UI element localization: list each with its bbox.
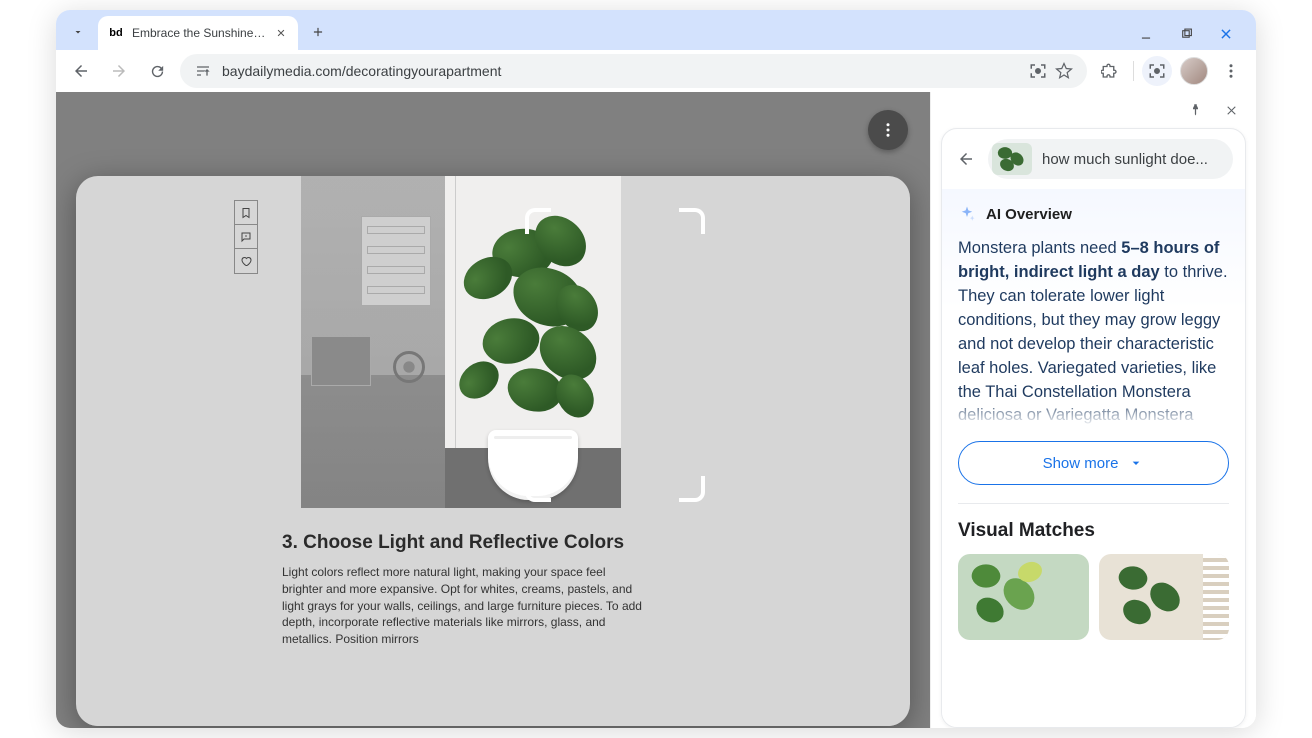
article-hero-image bbox=[301, 176, 621, 508]
arrow-left-icon bbox=[957, 150, 975, 168]
ai-overview-text-wrap: Monstera plants need 5–8 hours of bright… bbox=[958, 237, 1229, 427]
query-text: how much sunlight doe... bbox=[1042, 151, 1208, 168]
chrome-menu-button[interactable] bbox=[1216, 56, 1246, 86]
comment-action[interactable] bbox=[235, 225, 257, 249]
show-more-label: Show more bbox=[1043, 455, 1119, 472]
browser-tab[interactable]: bd Embrace the Sunshine: Dec… bbox=[98, 16, 298, 50]
browser-window: bd Embrace the Sunshine: Dec… bbox=[56, 10, 1256, 728]
arrow-left-icon bbox=[72, 62, 90, 80]
lens-button-toolbar[interactable] bbox=[1142, 56, 1172, 86]
minimize-icon bbox=[1139, 27, 1153, 41]
lens-icon bbox=[1148, 62, 1166, 80]
visual-matches-heading: Visual Matches bbox=[958, 520, 1229, 542]
close-window-button[interactable] bbox=[1214, 22, 1238, 46]
tab-close-button[interactable] bbox=[274, 26, 288, 40]
side-panel-card: how much sunlight doe... AI Overview Mon… bbox=[941, 128, 1246, 728]
toolbar-divider bbox=[1133, 61, 1134, 81]
card-fade bbox=[76, 712, 910, 726]
heart-icon bbox=[240, 255, 252, 267]
reload-button[interactable] bbox=[142, 56, 172, 86]
like-action[interactable] bbox=[235, 249, 257, 273]
toolbar: baydailymedia.com/decoratingyourapartmen… bbox=[56, 50, 1256, 92]
profile-avatar[interactable] bbox=[1180, 57, 1208, 85]
new-tab-button[interactable] bbox=[304, 18, 332, 46]
close-side-panel-button[interactable] bbox=[1220, 99, 1242, 121]
site-settings-icon[interactable] bbox=[194, 62, 212, 80]
ai-overview-label: AI Overview bbox=[986, 206, 1072, 223]
arrow-right-icon bbox=[110, 62, 128, 80]
side-panel-divider bbox=[958, 503, 1229, 504]
side-panel-top-controls bbox=[931, 92, 1256, 128]
tab-search-dropdown[interactable] bbox=[64, 18, 92, 46]
visual-match-item[interactable] bbox=[958, 554, 1089, 640]
plus-icon bbox=[311, 25, 325, 39]
article-body: Light colors reflect more natural light,… bbox=[282, 564, 642, 648]
address-bar[interactable]: baydailymedia.com/decoratingyourapartmen… bbox=[180, 54, 1087, 88]
show-more-button[interactable]: Show more bbox=[958, 441, 1229, 485]
article-text: 3. Choose Light and Reflective Colors Li… bbox=[282, 532, 642, 648]
close-icon bbox=[276, 28, 286, 38]
tab-title: Embrace the Sunshine: Dec… bbox=[132, 26, 266, 40]
visual-matches-row bbox=[958, 554, 1229, 640]
window-controls bbox=[1134, 22, 1248, 50]
close-icon bbox=[1225, 104, 1238, 117]
star-icon bbox=[1055, 62, 1073, 80]
puzzle-icon bbox=[1101, 62, 1119, 80]
side-panel-body: AI Overview Monstera plants need 5–8 hou… bbox=[942, 189, 1245, 727]
side-panel-query-bar: how much sunlight doe... bbox=[942, 129, 1245, 189]
tune-icon bbox=[195, 63, 211, 79]
query-thumbnail bbox=[992, 143, 1032, 175]
bookmark-action[interactable] bbox=[235, 201, 257, 225]
article-side-actions bbox=[234, 200, 258, 274]
article-heading: 3. Choose Light and Reflective Colors bbox=[282, 532, 642, 554]
forward-button[interactable] bbox=[104, 56, 134, 86]
pin-icon bbox=[1188, 103, 1203, 118]
reload-icon bbox=[149, 63, 166, 80]
ai-text-fade bbox=[958, 397, 1229, 427]
tab-favicon: bd bbox=[108, 25, 124, 41]
comment-icon bbox=[240, 231, 252, 243]
minimize-button[interactable] bbox=[1134, 22, 1158, 46]
lens-icon bbox=[1029, 62, 1047, 80]
extensions-button[interactable] bbox=[1095, 56, 1125, 86]
maximize-button[interactable] bbox=[1174, 22, 1198, 46]
close-icon bbox=[1219, 27, 1233, 41]
chevron-down-icon bbox=[1128, 455, 1144, 471]
side-panel-query-chip[interactable]: how much sunlight doe... bbox=[988, 139, 1233, 179]
ai-text-pre: Monstera plants need bbox=[958, 239, 1121, 257]
pin-side-panel-button[interactable] bbox=[1184, 99, 1206, 121]
visual-match-item[interactable] bbox=[1099, 554, 1230, 640]
more-vertical-icon bbox=[1222, 62, 1240, 80]
url-text: baydailymedia.com/decoratingyourapartmen… bbox=[222, 63, 1019, 79]
monstera-plant bbox=[453, 218, 613, 448]
bookmark-button[interactable] bbox=[1055, 62, 1073, 80]
lens-button-omnibox[interactable] bbox=[1029, 62, 1047, 80]
page-viewport: 3. Choose Light and Reflective Colors Li… bbox=[56, 92, 930, 728]
page-overflow-button[interactable] bbox=[868, 110, 908, 150]
back-button[interactable] bbox=[66, 56, 96, 86]
side-panel: how much sunlight doe... AI Overview Mon… bbox=[930, 92, 1256, 728]
side-panel-back-button[interactable] bbox=[954, 147, 978, 171]
tab-strip: bd Embrace the Sunshine: Dec… bbox=[56, 10, 1256, 50]
more-vertical-icon bbox=[879, 121, 897, 139]
maximize-icon bbox=[1180, 28, 1193, 41]
content-area: 3. Choose Light and Reflective Colors Li… bbox=[56, 92, 1256, 728]
bookmark-icon bbox=[240, 207, 252, 219]
chevron-down-icon bbox=[72, 26, 84, 38]
sparkle-icon bbox=[958, 205, 976, 223]
ai-overview-header: AI Overview bbox=[958, 205, 1229, 223]
article-card: 3. Choose Light and Reflective Colors Li… bbox=[76, 176, 910, 726]
